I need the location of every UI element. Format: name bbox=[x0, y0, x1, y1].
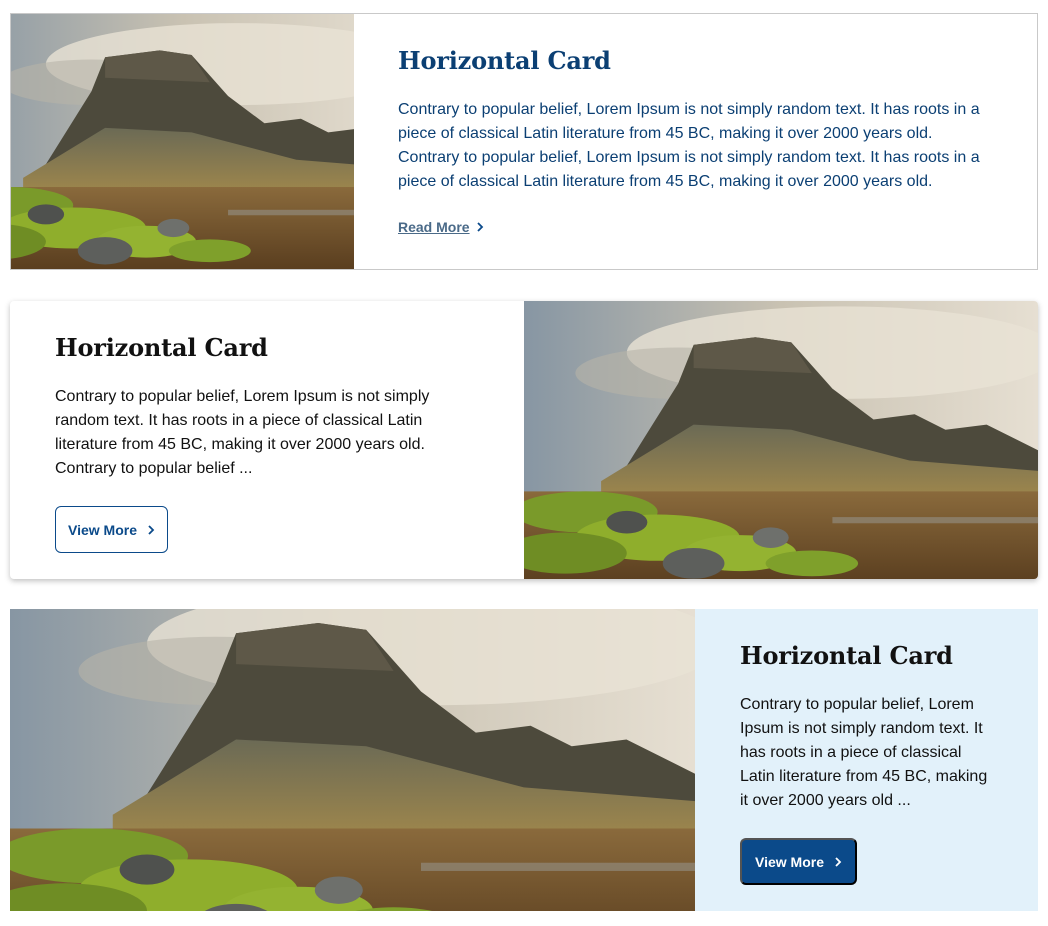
chevron-right-icon bbox=[834, 854, 842, 870]
landscape-image bbox=[10, 609, 695, 911]
horizontal-card-1: Horizontal Card Contrary to popular beli… bbox=[10, 13, 1038, 270]
card-body: Contrary to popular belief, Lorem Ipsum … bbox=[55, 388, 430, 477]
card-title: Horizontal Card bbox=[740, 641, 953, 670]
card-body: Contrary to popular belief, Lorem Ipsum … bbox=[740, 696, 988, 809]
view-more-label: View More bbox=[68, 521, 137, 538]
horizontal-card-3: Horizontal Card Contrary to popular beli… bbox=[10, 609, 1038, 911]
chevron-right-icon bbox=[147, 522, 155, 538]
horizontal-card-2: Horizontal Card Contrary to popular beli… bbox=[10, 301, 1038, 579]
landscape-image bbox=[524, 301, 1038, 579]
card-title: Horizontal Card bbox=[398, 46, 611, 75]
view-more-button[interactable]: View More bbox=[740, 838, 857, 885]
card-content: Horizontal Card Contrary to popular beli… bbox=[695, 609, 1036, 911]
card-title: Horizontal Card bbox=[55, 333, 268, 362]
card-body: Contrary to popular belief, Lorem Ipsum … bbox=[398, 101, 980, 190]
card-image bbox=[524, 301, 1038, 579]
landscape-image bbox=[11, 14, 354, 269]
read-more-link[interactable]: Read More bbox=[398, 219, 484, 235]
chevron-right-icon bbox=[476, 219, 484, 235]
card-image bbox=[11, 14, 354, 269]
card-content: Horizontal Card Contrary to popular beli… bbox=[10, 301, 524, 579]
view-more-label: View More bbox=[755, 853, 824, 870]
read-more-label: Read More bbox=[398, 219, 470, 235]
view-more-button[interactable]: View More bbox=[55, 506, 168, 553]
card-content: Horizontal Card Contrary to popular beli… bbox=[354, 14, 1032, 269]
card-image bbox=[10, 609, 695, 911]
